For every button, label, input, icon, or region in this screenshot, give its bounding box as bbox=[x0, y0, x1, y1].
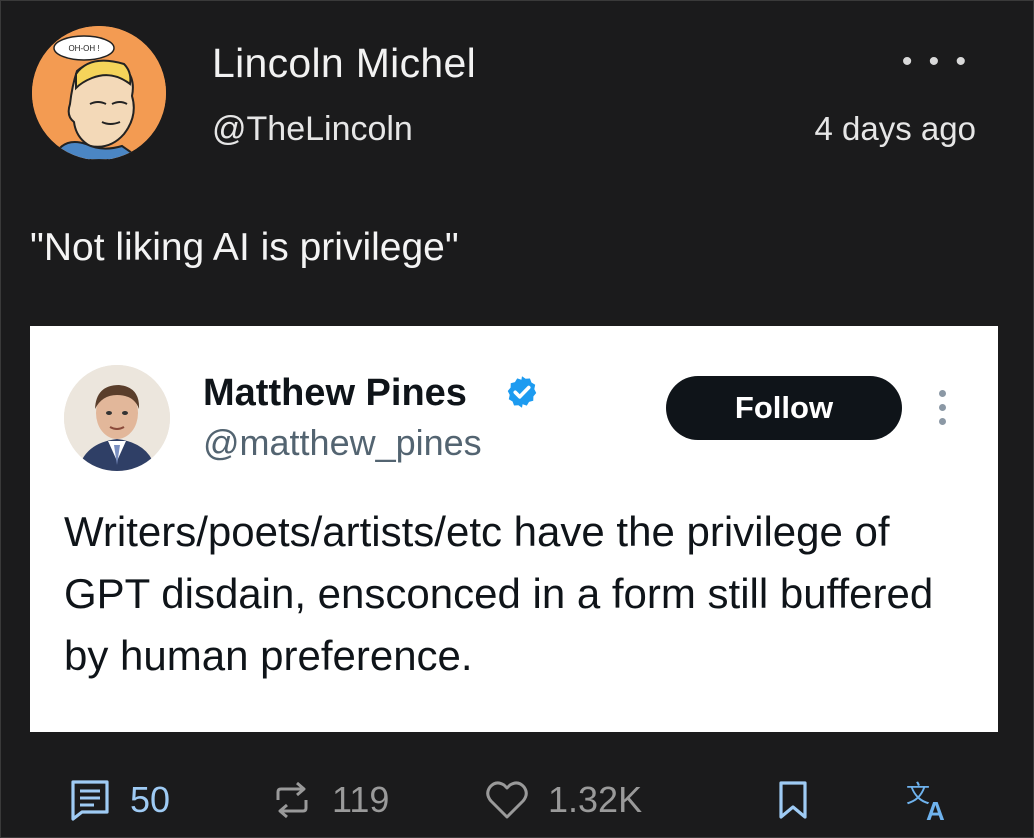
embedded-tweet[interactable]: Matthew Pines @matthew_pines Follow Writ… bbox=[30, 326, 998, 732]
translate-icon: 文 A bbox=[906, 780, 945, 824]
verified-badge-icon bbox=[507, 376, 537, 408]
embedded-more-icon[interactable] bbox=[930, 386, 954, 434]
reply-button[interactable]: 50 bbox=[68, 774, 170, 826]
post-timestamp: 4 days ago bbox=[814, 110, 976, 147]
embedded-author-name[interactable]: Matthew Pines bbox=[203, 372, 467, 415]
repost-button[interactable]: 119 bbox=[270, 774, 389, 826]
embedded-author-avatar[interactable] bbox=[64, 365, 170, 471]
post-text: "Not liking AI is privilege" bbox=[30, 226, 459, 269]
avatar-speech-text: OH-OH ! bbox=[68, 44, 99, 53]
repost-icon bbox=[276, 781, 308, 819]
embedded-tweet-text: Writers/poets/artists/etc have the privi… bbox=[64, 508, 934, 679]
svg-text:A: A bbox=[926, 796, 945, 824]
bookmark-button[interactable] bbox=[776, 774, 810, 826]
translate-button[interactable]: 文 A bbox=[904, 774, 956, 826]
like-button[interactable]: 1.32K bbox=[484, 774, 642, 826]
portrait-avatar-image bbox=[64, 365, 170, 471]
comment-icon bbox=[71, 780, 109, 821]
embedded-author-handle[interactable]: @matthew_pines bbox=[203, 422, 482, 464]
author-handle[interactable]: @TheLincoln bbox=[212, 110, 413, 149]
heart-icon bbox=[486, 781, 528, 819]
reply-count: 50 bbox=[130, 779, 171, 820]
like-count: 1.32K bbox=[548, 779, 643, 820]
repost-count: 119 bbox=[332, 779, 390, 820]
author-avatar[interactable]: OH-OH ! bbox=[32, 26, 166, 160]
follow-button[interactable]: Follow bbox=[666, 376, 902, 440]
author-name[interactable]: Lincoln Michel bbox=[212, 40, 476, 87]
comic-avatar-image: OH-OH ! bbox=[32, 26, 166, 160]
more-options-icon[interactable]: • • • bbox=[902, 45, 970, 79]
bookmark-icon bbox=[779, 781, 807, 819]
